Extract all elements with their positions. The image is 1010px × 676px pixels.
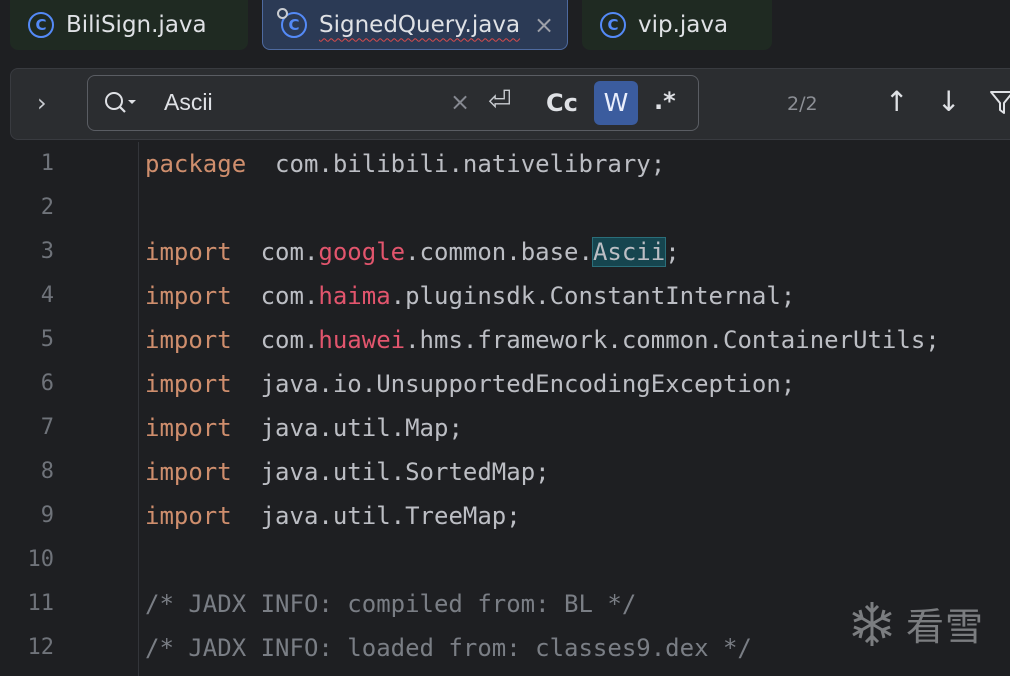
snowflake-icon bbox=[852, 601, 892, 646]
code-line[interactable]: 5 import com.huawei.hms.framework.common.… bbox=[0, 318, 1010, 362]
code-token: com.bilibili.nativelibrary; bbox=[246, 150, 666, 178]
code-line[interactable]: 10 bbox=[0, 538, 1010, 582]
line-number: 12 bbox=[27, 635, 55, 660]
search-history-icon[interactable] bbox=[104, 90, 138, 120]
code-token: com. bbox=[231, 238, 319, 266]
code-token: import bbox=[145, 238, 232, 266]
code-text: import java.util.TreeMap; bbox=[145, 494, 521, 538]
line-number: 7 bbox=[40, 415, 54, 440]
code-text: package com.bilibili.nativelibrary; bbox=[145, 142, 665, 186]
java-class-icon: C bbox=[277, 7, 307, 38]
line-number: 3 bbox=[40, 239, 54, 264]
code-token: package bbox=[145, 150, 247, 178]
whole-words-toggle[interactable]: W bbox=[594, 81, 638, 125]
line-number: 10 bbox=[27, 547, 55, 572]
code-text: /* JADX INFO: loaded from: classes9.dex … bbox=[145, 626, 752, 670]
code-text: import com.google.common.base.Ascii; bbox=[145, 230, 680, 274]
code-token: import bbox=[145, 326, 232, 354]
tab-vip[interactable]: C vip.java bbox=[582, 0, 772, 50]
code-line[interactable]: 3 import com.google.common.base.Ascii; bbox=[0, 230, 1010, 274]
next-occurrence-button[interactable]: ↓ bbox=[937, 85, 960, 118]
code-text: import com.huawei.hms.framework.common.C… bbox=[145, 318, 940, 362]
tab-label: vip.java bbox=[638, 12, 729, 38]
code-token: com. bbox=[231, 282, 319, 310]
line-number: 2 bbox=[40, 195, 54, 220]
code-text: import java.util.SortedMap; bbox=[145, 450, 550, 494]
code-token: import bbox=[145, 502, 232, 530]
code-token: java.util.Map; bbox=[231, 414, 463, 442]
tab-bilisign[interactable]: C BiliSign.java bbox=[10, 0, 248, 50]
search-input[interactable] bbox=[164, 86, 444, 118]
match-case-toggle[interactable]: Cc bbox=[546, 89, 578, 117]
code-token: huawei bbox=[318, 326, 406, 354]
previous-occurrence-button[interactable]: ↑ bbox=[885, 85, 908, 118]
search-match-highlight: Ascii bbox=[591, 237, 667, 267]
close-tab-icon[interactable]: × bbox=[534, 11, 554, 39]
line-number: 9 bbox=[40, 503, 54, 528]
java-class-icon: C bbox=[600, 12, 626, 38]
code-line[interactable]: 9 import java.util.TreeMap; bbox=[0, 494, 1010, 538]
code-line[interactable]: 4 import com.haima.pluginsdk.ConstantInte… bbox=[0, 274, 1010, 318]
find-toolbar: › × ⏎ Cc W .* 2/2 ↑ ↓ bbox=[10, 68, 1010, 140]
match-counter: 2/2 bbox=[787, 93, 818, 115]
line-number: 4 bbox=[40, 283, 54, 308]
code-line[interactable]: 8 import java.util.SortedMap; bbox=[0, 450, 1010, 494]
code-token: ; bbox=[665, 238, 680, 266]
code-token: .common.base. bbox=[405, 238, 593, 266]
code-line[interactable]: 6 import java.io.UnsupportedEncodingExcep… bbox=[0, 362, 1010, 406]
code-token: .pluginsdk.ConstantInternal; bbox=[390, 282, 796, 310]
tab-signedquery[interactable]: C SignedQuery.java × bbox=[262, 0, 568, 50]
editor-tab-bar: C BiliSign.java C SignedQuery.java × C v… bbox=[0, 0, 1010, 62]
code-line[interactable]: 2 bbox=[0, 186, 1010, 230]
java-class-icon: C bbox=[28, 12, 54, 38]
watermark-text: 看雪 bbox=[906, 605, 985, 649]
code-line[interactable]: 7 import java.util.Map; bbox=[0, 406, 1010, 450]
code-text: import java.util.Map; bbox=[145, 406, 463, 450]
new-line-icon[interactable]: ⏎ bbox=[488, 84, 511, 117]
line-number: 1 bbox=[40, 151, 54, 176]
code-token: import bbox=[145, 282, 232, 310]
code-token: com. bbox=[231, 326, 319, 354]
tab-label: BiliSign.java bbox=[66, 12, 207, 38]
code-text: /* JADX INFO: compiled from: BL */ bbox=[145, 582, 636, 626]
code-token: google bbox=[318, 238, 406, 266]
code-text: import java.io.UnsupportedEncodingExcept… bbox=[145, 362, 795, 406]
kanxue-watermark: 看雪 bbox=[846, 596, 984, 651]
code-token: import bbox=[145, 370, 232, 398]
line-number: 6 bbox=[40, 371, 54, 396]
clear-search-icon[interactable]: × bbox=[450, 88, 470, 116]
code-line[interactable]: 1 package com.bilibili.nativelibrary; bbox=[0, 142, 1010, 186]
code-token: .hms.framework.common.ContainerUtils; bbox=[405, 326, 940, 354]
code-token: java.io.UnsupportedEncodingException; bbox=[231, 370, 796, 398]
code-token: haima bbox=[318, 282, 391, 310]
line-number: 11 bbox=[27, 591, 55, 616]
filter-icon[interactable] bbox=[989, 89, 1010, 121]
regex-toggle[interactable]: .* bbox=[654, 87, 676, 115]
code-token: java.util.SortedMap; bbox=[231, 458, 550, 486]
expand-replace-toggle[interactable]: › bbox=[37, 89, 47, 117]
line-number: 5 bbox=[40, 327, 54, 352]
tab-label: SignedQuery.java bbox=[319, 11, 521, 38]
code-token: java.util.TreeMap; bbox=[231, 502, 521, 530]
code-token: import bbox=[145, 458, 232, 486]
code-token: /* JADX INFO: loaded from: classes9.dex … bbox=[145, 634, 752, 662]
code-token: import bbox=[145, 414, 232, 442]
code-token: /* JADX INFO: compiled from: BL */ bbox=[145, 590, 637, 618]
line-number: 8 bbox=[40, 459, 54, 484]
search-field: × ⏎ Cc W .* bbox=[87, 75, 699, 131]
link-badge-icon bbox=[277, 7, 288, 19]
code-text: import com.haima.pluginsdk.ConstantInter… bbox=[145, 274, 795, 318]
